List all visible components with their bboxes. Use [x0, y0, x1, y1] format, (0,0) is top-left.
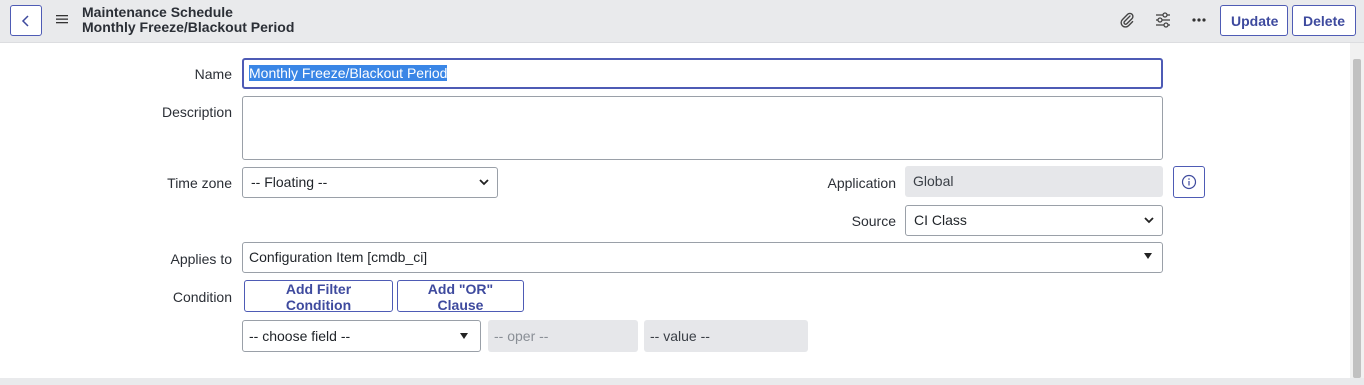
- scrollbar-thumb[interactable]: [1353, 59, 1361, 378]
- form-header: Maintenance Schedule Monthly Freeze/Blac…: [0, 0, 1364, 43]
- personalize-form-icon[interactable]: [1152, 9, 1174, 31]
- update-button[interactable]: Update: [1220, 5, 1288, 36]
- caret-down-icon: [460, 333, 468, 339]
- applies-to-select[interactable]: Configuration Item [cmdb_ci]: [242, 242, 1163, 273]
- page-title-record: Monthly Freeze/Blackout Period: [82, 19, 295, 35]
- attachment-icon[interactable]: [1116, 9, 1138, 31]
- delete-button[interactable]: Delete: [1292, 5, 1356, 36]
- application-readonly-field: Global: [905, 166, 1163, 197]
- name-input[interactable]: Monthly Freeze/Blackout Period: [242, 58, 1163, 89]
- application-label: Application: [827, 175, 897, 191]
- name-input-value: Monthly Freeze/Blackout Period: [249, 65, 448, 81]
- source-label: Source: [851, 213, 896, 229]
- condition-label: Condition: [172, 289, 232, 305]
- chevron-down-icon: [479, 179, 489, 186]
- add-or-clause-button[interactable]: Add "OR" Clause: [397, 280, 524, 313]
- time-zone-value: -- Floating --: [251, 174, 328, 190]
- condition-field-value: -- choose field --: [249, 328, 351, 344]
- page-title: Maintenance Schedule Monthly Freeze/Blac…: [82, 5, 294, 35]
- more-options-icon[interactable]: [1188, 9, 1210, 31]
- chevron-left-icon: [21, 14, 29, 27]
- name-label: Name: [194, 66, 232, 82]
- time-zone-select[interactable]: -- Floating --: [242, 167, 498, 198]
- hamburger-menu-icon[interactable]: [55, 12, 69, 26]
- condition-operator-select: -- oper --: [488, 320, 638, 352]
- condition-value-input: -- value --: [644, 320, 808, 352]
- description-textarea[interactable]: [242, 96, 1163, 160]
- condition-field-select[interactable]: -- choose field --: [242, 320, 481, 352]
- page-title-table: Maintenance Schedule: [82, 4, 233, 20]
- vertical-scrollbar[interactable]: [1350, 43, 1364, 378]
- applies-to-value: Configuration Item [cmdb_ci]: [249, 249, 428, 265]
- time-zone-label: Time zone: [167, 175, 232, 191]
- applies-to-label: Applies to: [170, 251, 232, 267]
- description-label: Description: [161, 104, 232, 120]
- source-select[interactable]: CI Class: [905, 205, 1163, 236]
- application-info-button[interactable]: [1173, 166, 1205, 198]
- add-filter-condition-button[interactable]: Add Filter Condition: [244, 280, 393, 313]
- info-icon: [1181, 174, 1197, 190]
- chevron-down-icon: [1144, 217, 1154, 224]
- source-value: CI Class: [914, 212, 967, 228]
- bottom-divider: [0, 378, 1364, 385]
- caret-down-icon: [1144, 253, 1152, 259]
- back-button[interactable]: [10, 5, 42, 36]
